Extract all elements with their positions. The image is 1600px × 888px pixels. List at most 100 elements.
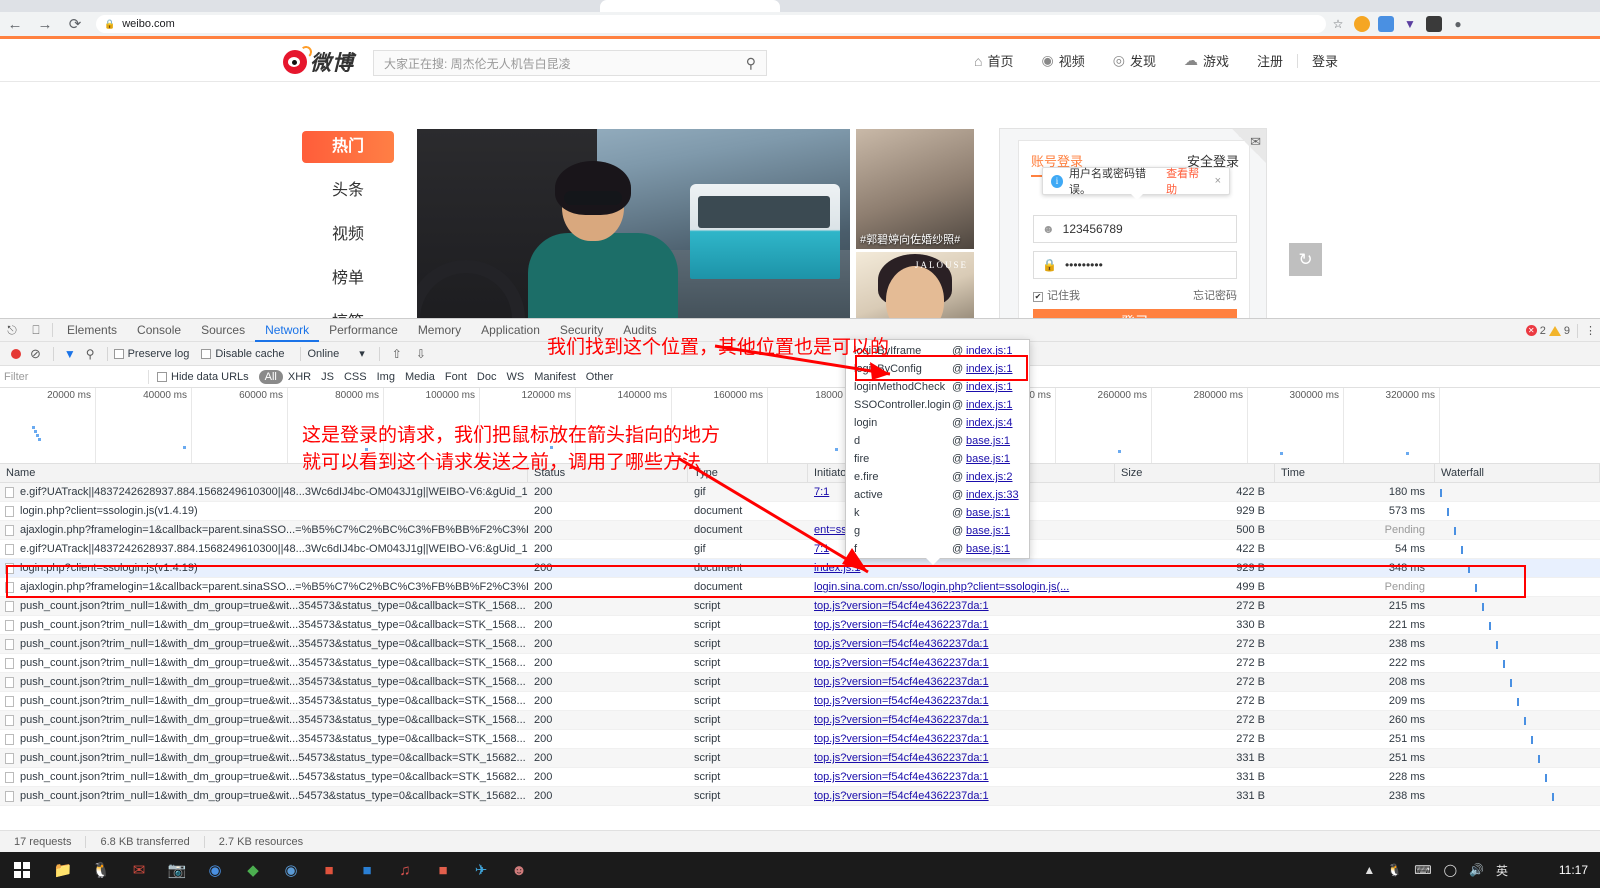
callstack-source-link[interactable]: index.js:1 [966,342,1012,360]
volume-icon[interactable]: 🔊 [1469,863,1484,877]
login-error-help-link[interactable]: 查看帮助 [1166,165,1206,197]
music-icon[interactable]: ♫ [386,852,424,888]
cell-initiator[interactable]: top.js?version=f54cf4e4362237da:1 [808,616,1115,635]
initiator-link[interactable]: top.js?version=f54cf4e4362237da:1 [814,752,989,764]
cell-initiator[interactable]: top.js?version=f54cf4e4362237da:1 [808,635,1115,654]
initiator-link[interactable]: top.js?version=f54cf4e4362237da:1 [814,695,989,707]
type-filter-doc[interactable]: Doc [472,370,502,384]
type-filter-js[interactable]: JS [316,370,339,384]
login-username-field[interactable]: ☻ 123456789 [1033,215,1237,243]
initiator-link[interactable]: top.js?version=f54cf4e4362237da:1 [814,676,989,688]
table-row[interactable]: push_count.json?trim_null=1&with_dm_grou… [0,673,1600,692]
type-filter-xhr[interactable]: XHR [283,370,316,384]
login-submit-button[interactable]: 登录 [1033,309,1237,318]
initiator-link[interactable]: top.js?version=f54cf4e4362237da:1 [814,657,989,669]
table-row[interactable]: push_count.json?trim_null=1&with_dm_grou… [0,711,1600,730]
throttling-select[interactable]: Online ▾ [307,347,364,361]
tab-performance[interactable]: Performance [319,319,408,342]
column-header-size[interactable]: Size [1115,464,1275,483]
forward-arrow-icon[interactable]: → [30,12,60,36]
devtools-more-icon[interactable]: ⋮ [1585,324,1596,337]
search-icon[interactable]: ⚲ [86,347,95,361]
weibo-register-link[interactable]: 注册 [1243,51,1297,70]
type-filter-all[interactable]: All [258,369,283,384]
initiator-link[interactable]: login.sina.com.cn/sso/login.php?client=s… [814,581,1069,593]
chrome-icon[interactable]: ◉ [196,852,234,888]
login-password-field[interactable]: 🔒 ••••••••• [1033,251,1237,279]
tab-sources[interactable]: Sources [191,319,255,342]
download-icon[interactable]: ⇩ [416,347,426,361]
weibo-nav-home[interactable]: ⌂ 首页 [960,51,1027,70]
hide-data-urls-checkbox[interactable]: Hide data URLs [157,371,249,383]
address-bar[interactable]: 🔒 weibo.com [96,15,1326,33]
wifi-icon[interactable]: ◯ [1444,863,1457,877]
reload-icon[interactable]: ⟳ [60,12,90,36]
initiator-link[interactable]: top.js?version=f54cf4e4362237da:1 [814,638,989,650]
preserve-log-checkbox[interactable]: Preserve log [113,348,189,360]
cell-initiator[interactable]: top.js?version=f54cf4e4362237da:1 [808,673,1115,692]
compass-icon[interactable]: ◉ [272,852,310,888]
preserve-log-box[interactable] [113,348,124,359]
extension-icon-1[interactable] [1350,14,1374,34]
tab-elements[interactable]: Elements [57,319,127,342]
initiator-link[interactable]: index.js:1 [814,562,860,574]
callstack-source-link[interactable]: base.js:1 [966,540,1010,558]
table-row[interactable]: ajaxlogin.php?framelogin=1&callback=pare… [0,578,1600,597]
cell-initiator[interactable]: top.js?version=f54cf4e4362237da:1 [808,768,1115,787]
tab-memory[interactable]: Memory [408,319,471,342]
extension-icon-2[interactable] [1374,14,1398,34]
warning-count[interactable]: 9 [1564,325,1570,337]
type-filter-font[interactable]: Font [440,370,472,384]
wps-icon[interactable]: ■ [424,852,462,888]
upload-icon[interactable]: ⇧ [392,347,402,361]
mail-icon[interactable]: ✉ [120,852,158,888]
callstack-source-link[interactable]: index.js:1 [966,360,1012,378]
callstack-source-link[interactable]: index.js:33 [966,486,1019,504]
column-header-type[interactable]: Type [688,464,808,483]
cell-initiator[interactable]: top.js?version=f54cf4e4362237da:1 [808,654,1115,673]
initiator-link[interactable]: top.js?version=f54cf4e4362237da:1 [814,771,989,783]
table-row[interactable]: e.gif?UATrack||4837242628937.884.1568249… [0,540,1600,559]
table-row[interactable]: push_count.json?trim_null=1&with_dm_grou… [0,730,1600,749]
user-icon[interactable]: ☻ [500,852,538,888]
cell-initiator[interactable]: top.js?version=f54cf4e4362237da:1 [808,730,1115,749]
type-filter-css[interactable]: CSS [339,370,372,384]
type-filter-img[interactable]: Img [372,370,400,384]
ps-icon[interactable]: ■ [348,852,386,888]
camera-icon[interactable]: 📷 [158,852,196,888]
extension-icon-4[interactable] [1422,14,1446,34]
callstack-source-link[interactable]: index.js:4 [966,414,1012,432]
cell-initiator[interactable]: top.js?version=f54cf4e4362237da:1 [808,787,1115,806]
cell-initiator[interactable]: index.js:1 [808,559,1115,578]
record-icon[interactable] [11,348,21,359]
cell-initiator[interactable]: top.js?version=f54cf4e4362237da:1 [808,711,1115,730]
folder-icon[interactable]: 📁 [44,852,82,888]
browser-tab[interactable] [600,0,780,12]
type-filter-ws[interactable]: WS [501,370,529,384]
search-icon[interactable]: ⚲ [746,55,756,72]
login-remember-me[interactable]: ✔ 记住我 [1033,287,1080,303]
table-row[interactable]: push_count.json?trim_null=1&with_dm_grou… [0,635,1600,654]
tab-network[interactable]: Network [255,319,319,342]
table-row[interactable]: login.php?client=ssologin.js(v1.4.19) 200… [0,559,1600,578]
weibo-search-box[interactable]: 大家正在搜: 周杰伦无人机告白昆凌 ⚲ [373,50,767,76]
refresh-icon[interactable]: ↻ [1289,243,1322,276]
remember-checkbox[interactable]: ✔ [1033,291,1043,302]
table-row[interactable]: push_count.json?trim_null=1&with_dm_grou… [0,616,1600,635]
cell-initiator[interactable]: top.js?version=f54cf4e4362237da:1 [808,597,1115,616]
callstack-source-link[interactable]: base.js:1 [966,504,1010,522]
weibo-thumb-1[interactable]: #郭碧婷向佐婚纱照# [856,129,974,249]
type-filter-media[interactable]: Media [400,370,440,384]
table-row[interactable]: ajaxlogin.php?framelogin=1&callback=pare… [0,521,1600,540]
callstack-source-link[interactable]: index.js:1 [966,378,1012,396]
type-filter-other[interactable]: Other [581,370,619,384]
table-row[interactable]: login.php?client=ssologin.js(v1.4.19) 200… [0,502,1600,521]
profile-icon[interactable]: ● [1446,14,1470,34]
tab-application[interactable]: Application [471,319,550,342]
windows-icon[interactable] [0,852,44,888]
extension-icon-3[interactable]: ▼ [1398,14,1422,34]
login-corner-ribbon[interactable]: ✉ [1232,129,1266,163]
pdf-icon[interactable]: ■ [310,852,348,888]
type-filter-manifest[interactable]: Manifest [529,370,581,384]
tray-qq-icon[interactable]: 🐧 [1387,863,1402,877]
